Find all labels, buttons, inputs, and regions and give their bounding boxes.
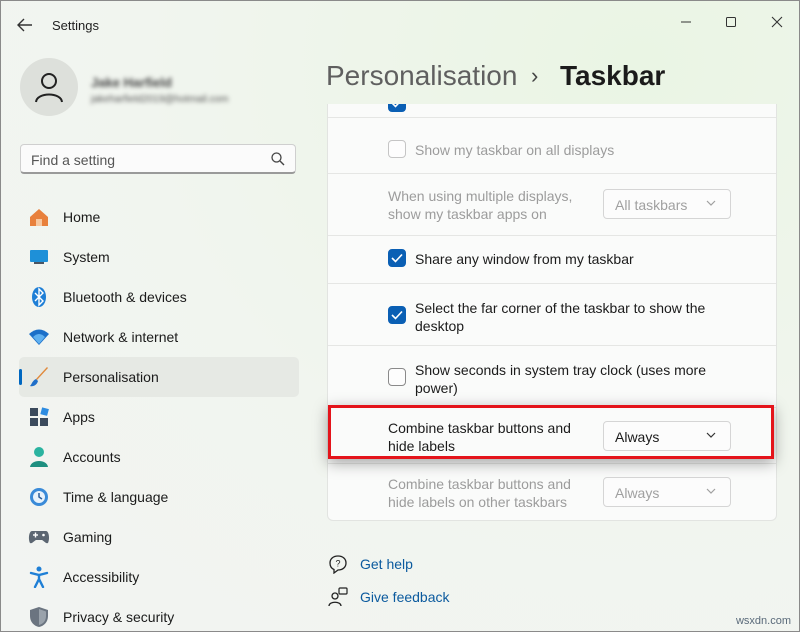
share-window-checkbox[interactable]	[388, 249, 406, 267]
highlight-box	[328, 405, 774, 459]
title-bar: Settings	[1, 1, 799, 49]
setting-share-window: Share any window from my taskbar	[328, 236, 776, 284]
far-corner-label-line2: desktop	[415, 318, 465, 334]
search-input[interactable]	[29, 149, 263, 171]
sidebar-item-privacy[interactable]: Privacy & security	[19, 597, 299, 631]
combine-other-label-line2: hide labels on other taskbars	[388, 494, 567, 510]
setting-show-seconds: Show seconds in system tray clock (uses …	[328, 346, 776, 408]
minimize-icon	[681, 21, 691, 23]
account-email: jakeharfield2019@hotmail.com	[91, 94, 229, 105]
selection-indicator	[19, 369, 22, 385]
accounts-icon	[28, 446, 50, 468]
combine-other-dropdown[interactable]: Always	[603, 477, 731, 507]
accessibility-icon	[28, 566, 50, 588]
multiple-displays-label-line2: show my taskbar apps on	[388, 206, 547, 222]
show-all-displays-label: Show my taskbar on all displays	[415, 142, 615, 158]
get-help-label[interactable]: Get help	[360, 556, 413, 572]
system-icon	[28, 246, 50, 268]
minimize-button[interactable]	[666, 9, 706, 35]
breadcrumb-separator: ›	[531, 63, 539, 88]
sidebar-item-apps[interactable]: Apps	[19, 397, 299, 437]
close-icon	[771, 16, 783, 28]
watermark: wsxdn.com	[735, 615, 791, 627]
sidebar-item-home[interactable]: Home	[19, 197, 299, 237]
home-icon	[28, 206, 50, 228]
get-help-link[interactable]: ? Get help	[327, 553, 413, 575]
search-icon[interactable]	[270, 151, 286, 167]
bluetooth-icon	[28, 286, 50, 308]
get-help-icon: ?	[327, 553, 349, 575]
combine-other-value: Always	[615, 485, 660, 501]
multiple-displays-label-line1: When using multiple displays,	[388, 188, 573, 204]
setting-far-corner: Select the far corner of the taskbar to …	[328, 284, 776, 346]
partial-row	[328, 104, 776, 118]
sidebar-item-network[interactable]: Network & internet	[19, 317, 299, 357]
setting-multiple-displays: When using multiple displays, show my ta…	[328, 174, 776, 236]
sidebar-item-gaming[interactable]: Gaming	[19, 517, 299, 557]
app-title: Settings	[52, 18, 99, 33]
sidebar-item-accessibility[interactable]: Accessibility	[19, 557, 299, 597]
sidebar-nav: Home System Bluetooth & devices Network …	[19, 197, 299, 631]
give-feedback-label[interactable]: Give feedback	[360, 589, 450, 605]
show-seconds-label-line2: power)	[415, 380, 458, 396]
far-corner-checkbox[interactable]	[388, 306, 406, 324]
network-icon	[28, 326, 50, 348]
show-all-displays-checkbox[interactable]	[388, 140, 406, 158]
sidebar-item-personalisation[interactable]: Personalisation	[19, 357, 299, 397]
sidebar-item-bluetooth[interactable]: Bluetooth & devices	[19, 277, 299, 317]
page-title: Taskbar	[560, 60, 666, 91]
apps-icon	[28, 406, 50, 428]
far-corner-label-line1: Select the far corner of the taskbar to …	[415, 300, 706, 316]
checkbox-partial[interactable]	[388, 104, 406, 112]
account-name: Jake Harfield	[91, 75, 172, 90]
sidebar-item-system[interactable]: System	[19, 237, 299, 277]
chevron-down-icon	[706, 200, 716, 206]
svg-text:?: ?	[335, 559, 340, 569]
back-arrow-icon	[17, 18, 32, 32]
privacy-icon	[28, 606, 50, 628]
combine-other-label-line1: Combine taskbar buttons and	[388, 476, 571, 492]
multiple-displays-dropdown[interactable]: All taskbars	[603, 189, 731, 219]
maximize-button[interactable]	[711, 9, 751, 35]
feedback-icon	[327, 586, 349, 608]
user-icon	[35, 73, 63, 103]
sidebar-item-accounts[interactable]: Accounts	[19, 437, 299, 477]
show-seconds-checkbox[interactable]	[388, 368, 406, 386]
chevron-down-icon	[706, 488, 716, 494]
avatar[interactable]	[20, 58, 78, 116]
multiple-displays-value: All taskbars	[615, 197, 688, 213]
setting-show-all-displays: Show my taskbar on all displays	[328, 118, 776, 174]
setting-combine-other: Combine taskbar buttons and hide labels …	[328, 464, 776, 520]
brush-icon	[28, 366, 50, 388]
show-seconds-label-line1: Show seconds in system tray clock (uses …	[415, 362, 706, 378]
breadcrumb-parent[interactable]: Personalisation	[326, 60, 517, 92]
search-box[interactable]	[20, 144, 296, 174]
give-feedback-link[interactable]: Give feedback	[327, 586, 450, 608]
back-button[interactable]	[11, 11, 39, 39]
share-window-label: Share any window from my taskbar	[415, 251, 634, 267]
maximize-icon	[726, 17, 736, 27]
sidebar-item-time-language[interactable]: Time & language	[19, 477, 299, 517]
close-button[interactable]	[757, 9, 797, 35]
gaming-icon	[28, 526, 50, 548]
time-language-icon	[28, 486, 50, 508]
settings-window: Settings Jake Harfield jakeharfield2019@…	[0, 0, 800, 632]
